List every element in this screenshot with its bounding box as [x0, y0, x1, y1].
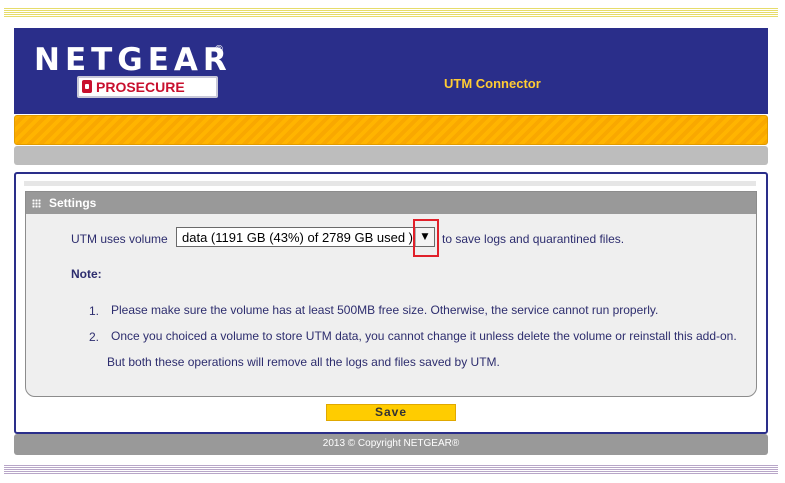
grid-icon — [32, 199, 41, 208]
note-number: 1. — [89, 304, 100, 318]
volume-select[interactable]: data (1191 GB (43%) of 2789 GB used ) ▼ — [176, 227, 435, 247]
prosecure-logo-text: PROSECURE — [96, 79, 185, 95]
header-banner: NETGEAR ® PROSECURE UTM Connector — [14, 28, 768, 114]
registered-mark: ® — [214, 44, 224, 55]
lock-icon — [82, 80, 92, 93]
netgear-logo: NETGEAR — [34, 42, 232, 78]
note-number: 2. — [89, 330, 100, 344]
content-frame: Settings UTM uses volume data (1191 GB (… — [14, 172, 768, 434]
frame-divider — [24, 181, 756, 186]
volume-select-value: data (1191 GB (43%) of 2789 GB used ) — [182, 230, 414, 245]
volume-description: to save logs and quarantined files. — [442, 232, 625, 246]
settings-panel: Settings UTM uses volume data (1191 GB (… — [25, 191, 757, 397]
footer-bar: 2013 © Copyright NETGEAR® — [14, 434, 768, 455]
top-stripe — [4, 8, 778, 18]
gray-nav-bar — [14, 146, 768, 165]
utm-volume-label: UTM uses volume — [71, 232, 168, 246]
settings-title: Settings — [49, 196, 97, 210]
page-title: UTM Connector — [444, 76, 541, 91]
prosecure-badge: PROSECURE — [77, 76, 218, 98]
note-text: Once you choiced a volume to store UTM d… — [107, 329, 737, 369]
note-text: Please make sure the volume has at least… — [111, 303, 659, 317]
highlight-box — [413, 219, 439, 257]
note-label: Note: — [71, 267, 102, 281]
settings-header: Settings — [26, 192, 756, 214]
copyright-text: 2013 © Copyright NETGEAR® — [322, 438, 460, 449]
orange-nav-bar — [14, 115, 768, 145]
bottom-stripe — [4, 465, 778, 475]
save-button[interactable]: Save — [326, 404, 456, 421]
